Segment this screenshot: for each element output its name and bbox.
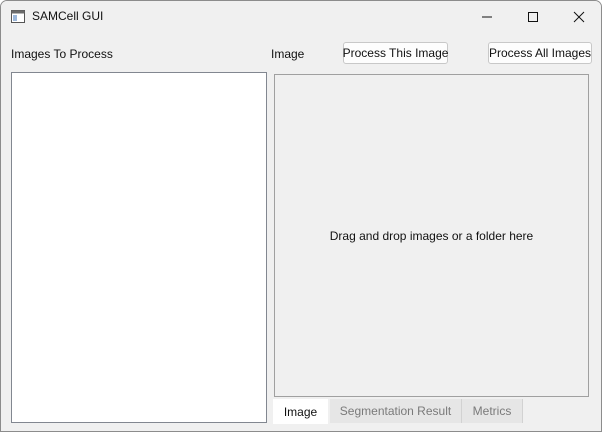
maximize-icon: [528, 11, 538, 22]
minimize-button[interactable]: [464, 1, 510, 32]
image-label: Image: [271, 47, 305, 61]
window-title: SAMCell GUI: [32, 9, 104, 23]
title-bar[interactable]: SAMCell GUI: [1, 1, 601, 32]
tab-segmentation-result[interactable]: Segmentation Result: [330, 399, 462, 423]
images-list[interactable]: [11, 72, 267, 423]
minimize-icon: [482, 16, 492, 17]
process-all-images-button[interactable]: Process All Images: [488, 42, 592, 64]
process-this-image-button[interactable]: Process This Image: [343, 42, 448, 64]
image-drop-zone[interactable]: Drag and drop images or a folder here: [274, 74, 589, 397]
close-icon: [573, 11, 585, 22]
tab-image[interactable]: Image: [273, 399, 328, 424]
tab-metrics[interactable]: Metrics: [462, 399, 523, 423]
app-window-icon: [11, 10, 25, 23]
maximize-button[interactable]: [510, 1, 556, 32]
images-to-process-label: Images To Process: [11, 47, 113, 61]
close-button[interactable]: [556, 1, 601, 32]
app-window: SAMCell GUI Images To Process Image Proc…: [0, 0, 602, 432]
drop-hint-text: Drag and drop images or a folder here: [329, 228, 534, 243]
